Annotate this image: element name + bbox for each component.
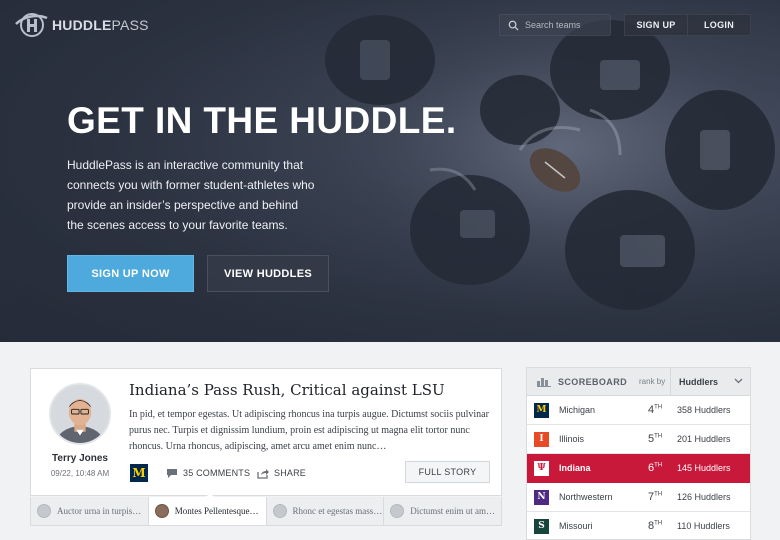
bar-chart-icon	[537, 378, 551, 387]
team-logo-icon: S	[534, 518, 549, 534]
comment-icon	[167, 468, 177, 478]
team-logo-icon: M	[534, 402, 549, 418]
team-rank: 6TH	[648, 462, 662, 474]
comments-link[interactable]: 35 COMMENTS	[166, 466, 250, 480]
team-name: Missouri	[559, 521, 593, 531]
signup-button[interactable]: SIGN UP	[624, 14, 688, 36]
search-icon	[508, 20, 519, 31]
team-rank-suffix: TH	[654, 462, 663, 469]
huddler-count: 201 Huddlers	[677, 434, 731, 444]
comments-count: 35 COMMENTS	[183, 468, 251, 478]
story-excerpt: In pid, et tempor egestas. Ut adipiscing…	[129, 409, 489, 452]
team-rank-suffix: TH	[654, 491, 663, 498]
tab-label: Montes Pellentesque…	[174, 506, 259, 516]
team-rank: 4TH	[648, 404, 662, 416]
team-rank: 7TH	[648, 491, 662, 503]
share-link[interactable]: SHARE	[257, 466, 306, 480]
tab-avatar	[37, 504, 51, 518]
team-name: Northwestern	[559, 492, 613, 502]
scoreboard-row-michigan[interactable]: M Michigan 4TH 358 Huddlers	[527, 396, 750, 425]
full-story-button[interactable]: FULL STORY	[405, 461, 490, 483]
huddler-count: 110 Huddlers	[677, 521, 730, 531]
team-logo-letter: M	[132, 466, 146, 480]
tab-avatar	[272, 504, 287, 518]
tab-avatar	[154, 504, 169, 518]
team-rank: 5TH	[648, 433, 662, 445]
team-name: Illinois	[559, 434, 585, 444]
brand-name: HUDDLEPASS	[52, 17, 149, 33]
team-name: Indiana	[559, 463, 591, 473]
scoreboard-header: SCOREBOARD rank by Huddlers	[527, 368, 750, 396]
scoreboard-title: SCOREBOARD	[558, 376, 628, 387]
rank-by-value: Huddlers	[679, 377, 719, 387]
story-tab[interactable]: Auctor urna in turpis…	[31, 497, 149, 525]
hero-title: GET IN THE HUDDLE.	[67, 100, 457, 141]
scoreboard-panel: SCOREBOARD rank by Huddlers M Michigan 4TH…	[526, 367, 751, 540]
login-button[interactable]: LOGIN	[687, 14, 751, 36]
scoreboard-row-indiana[interactable]: Ψ Indiana 6TH 145 Huddlers	[527, 454, 750, 483]
story-tab[interactable]: Rhonc et egestas mass…	[267, 497, 385, 525]
tab-label: Rhonc et egestas mass…	[292, 506, 383, 516]
author-name[interactable]: Terry Jones	[31, 453, 129, 464]
team-logo-icon: Ψ	[534, 460, 549, 476]
scoreboard-list: M Michigan 4TH 358 Huddlers I Illinois 5TH 201 …	[527, 396, 750, 539]
author-photo	[51, 385, 109, 443]
hero-description: HuddlePass is an interactive community t…	[67, 158, 315, 232]
team-logo-icon: N	[534, 489, 549, 505]
rank-by-dropdown[interactable]: Huddlers	[670, 368, 750, 396]
sign-up-now-button[interactable]: SIGN UP NOW	[67, 255, 194, 292]
huddler-count: 358 Huddlers	[677, 405, 731, 415]
share-label: SHARE	[274, 468, 307, 478]
team-name: Michigan	[559, 405, 596, 415]
story-tab-active[interactable]: Montes Pellentesque…	[148, 497, 267, 525]
chevron-down-icon	[734, 378, 743, 384]
tab-label: Auctor urna in turpis…	[57, 506, 142, 516]
scoreboard-row-northwestern[interactable]: N Northwestern 7TH 126 Huddlers	[527, 483, 750, 512]
story-tab[interactable]: Dictumst enim ut am…	[384, 497, 501, 525]
search-input[interactable]	[525, 20, 609, 30]
team-rank-suffix: TH	[654, 433, 663, 440]
scoreboard-row-illinois[interactable]: I Illinois 5TH 201 Huddlers	[527, 425, 750, 454]
story-title[interactable]: Indiana’s Pass Rush, Critical against LS…	[129, 381, 445, 399]
featured-story-card: Terry Jones 09/22, 10:48 AM Indiana’s Pa…	[30, 368, 502, 496]
team-rank-suffix: TH	[654, 520, 663, 527]
search-box[interactable]	[499, 14, 611, 36]
share-icon	[257, 468, 269, 479]
huddler-count: 145 Huddlers	[677, 463, 731, 473]
scoreboard-row-missouri[interactable]: S Missouri 8TH 110 Huddlers	[527, 512, 750, 539]
tab-avatar	[390, 504, 405, 518]
view-huddles-button[interactable]: VIEW HUDDLES	[207, 255, 329, 292]
active-tab-pointer	[205, 493, 215, 498]
tab-label: Dictumst enim ut am…	[410, 506, 495, 516]
story-tabs: Auctor urna in turpis… Montes Pellentesq…	[30, 497, 502, 526]
rank-by-label: rank by	[639, 377, 666, 386]
author-avatar[interactable]	[49, 383, 111, 445]
team-logo-icon: I	[534, 431, 549, 447]
team-rank: 8TH	[648, 520, 662, 532]
story-date: 09/22, 10:48 AM	[50, 469, 110, 478]
logo-mark-icon	[15, 13, 48, 37]
brand-logo[interactable]: HUDDLEPASS	[14, 10, 149, 40]
hero-section: HUDDLEPASS SIGN UP LOGIN GET IN THE HUDD…	[0, 0, 780, 342]
team-rank-suffix: TH	[654, 404, 663, 411]
huddler-count: 126 Huddlers	[677, 492, 731, 502]
michigan-team-logo[interactable]: M	[130, 464, 148, 482]
